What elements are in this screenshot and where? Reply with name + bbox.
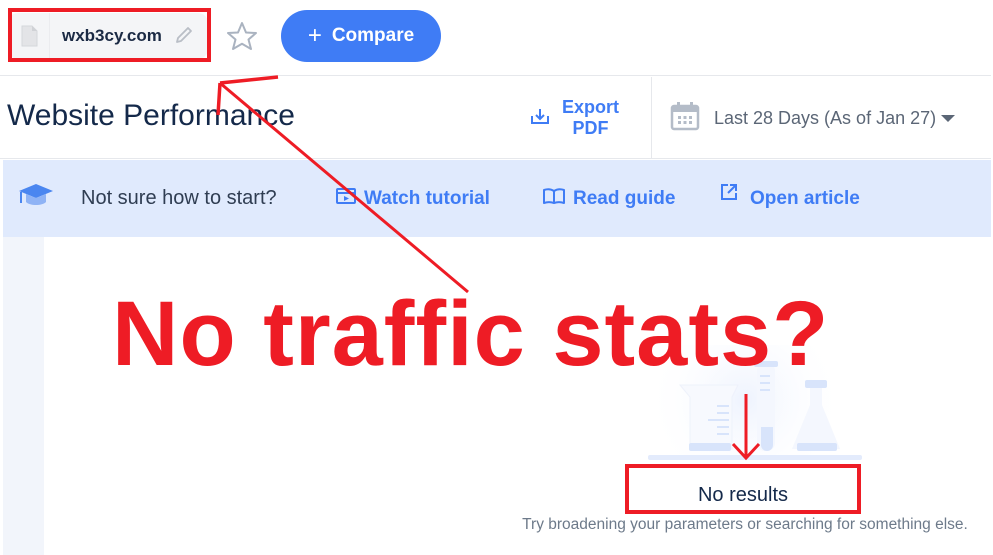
- help-question-text: Not sure how to start?: [81, 187, 277, 209]
- empty-state-title: No results: [697, 484, 789, 506]
- header-divider: [651, 77, 652, 159]
- domain-name: wxb3cy.com: [62, 26, 162, 45]
- export-label-line2: PDF: [572, 118, 609, 138]
- date-range-select[interactable]: Last 28 Days (As of Jan 27): [670, 101, 956, 136]
- compare-button[interactable]: + Compare: [281, 10, 441, 62]
- page-header: Website Performance Export PDF Last 28 D…: [0, 77, 993, 159]
- pencil-icon[interactable]: [174, 25, 194, 50]
- caret-down-icon: [941, 115, 956, 122]
- empty-state-subtitle: Try broadening your parameters or search…: [522, 516, 968, 533]
- left-rail: [3, 237, 44, 555]
- open-article-label: Open article: [750, 187, 860, 209]
- annotation-headline: No traffic stats?: [112, 283, 830, 385]
- book-icon: [543, 187, 565, 210]
- external-link-icon: [720, 183, 738, 206]
- watch-tutorial-link[interactable]: Watch tutorial: [336, 160, 490, 237]
- help-question: Not sure how to start?: [17, 160, 277, 237]
- date-range-label: Last 28 Days (As of Jan 27): [714, 108, 937, 128]
- domain-chip[interactable]: wxb3cy.com: [8, 13, 208, 59]
- top-bar: wxb3cy.com + Compare: [0, 0, 993, 76]
- read-guide-link[interactable]: Read guide: [543, 160, 675, 237]
- watch-tutorial-label: Watch tutorial: [364, 187, 490, 209]
- open-article-link[interactable]: Open article: [720, 160, 860, 237]
- read-guide-label: Read guide: [573, 187, 676, 209]
- export-label-line1: Export: [562, 97, 620, 117]
- graduation-cap-icon: [17, 181, 55, 216]
- page-title: Website Performance: [7, 99, 295, 132]
- file-icon: [8, 13, 50, 59]
- help-banner: Not sure how to start? Watch tutorial Re…: [3, 160, 991, 237]
- export-pdf-button[interactable]: Export PDF: [530, 97, 619, 139]
- calendar-icon: [670, 101, 700, 136]
- plus-icon: +: [307, 22, 322, 49]
- compare-label: Compare: [331, 25, 415, 46]
- video-icon: [336, 187, 356, 210]
- star-icon[interactable]: [225, 20, 259, 57]
- download-icon: [530, 106, 550, 131]
